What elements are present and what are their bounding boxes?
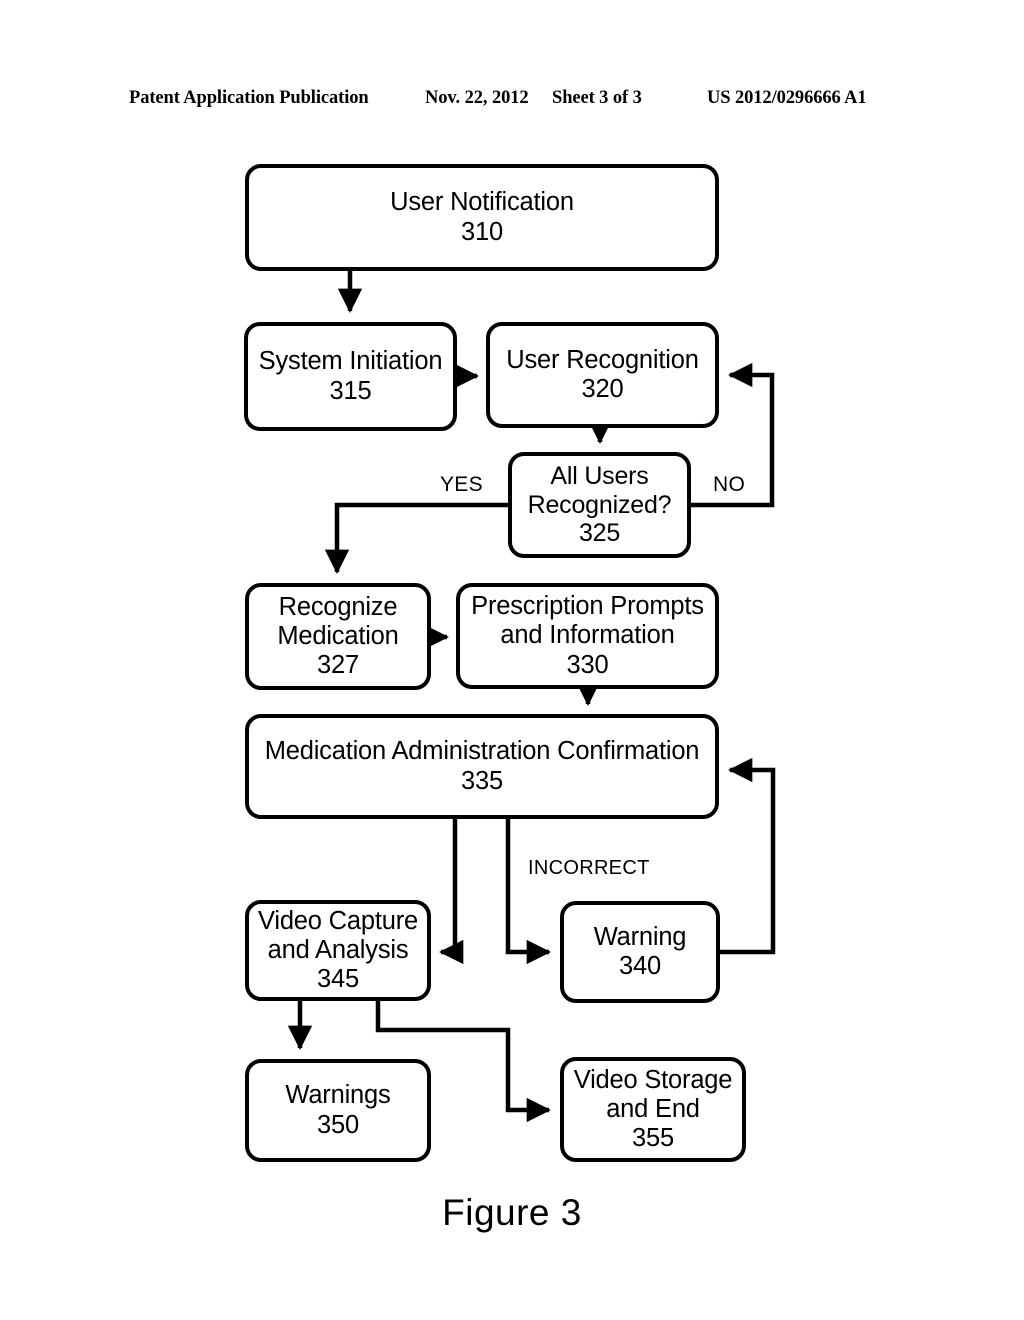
flow-node-number: 345 xyxy=(317,965,359,994)
flow-node-label: User Notification xyxy=(390,188,574,217)
edge-label-no: NO xyxy=(713,473,746,496)
flow-node-number: 330 xyxy=(566,650,609,679)
flow-node-user-notification[interactable]: User Notification 310 xyxy=(245,164,719,271)
flowchart-figure: User Notification 310 System Initiation … xyxy=(0,0,1024,1320)
edge-335-to-340 xyxy=(505,819,551,965)
flow-node-label: Video Capture and Analysis xyxy=(258,906,418,964)
edge-label-yes: YES xyxy=(440,473,483,496)
flow-node-number: 350 xyxy=(317,1110,359,1139)
flow-node-number: 355 xyxy=(632,1124,674,1153)
flow-node-all-users-recognized-decision[interactable]: All Users Recognized? 325 xyxy=(508,452,691,558)
flow-node-label: Prescription Prompts and Information xyxy=(471,592,704,650)
edge-340-to-335 xyxy=(720,757,776,955)
flow-node-number: 310 xyxy=(461,217,503,246)
flow-node-label: Recognize Medication xyxy=(277,592,399,650)
flow-node-recognize-medication[interactable]: Recognize Medication 327 xyxy=(245,583,431,690)
flow-node-warning[interactable]: Warning 340 xyxy=(560,901,720,1003)
flow-node-label: Video Storage and End xyxy=(573,1065,733,1123)
flow-node-medication-administration-confirmation[interactable]: Medication Administration Confirmation 3… xyxy=(245,714,719,819)
flow-node-prescription-prompts[interactable]: Prescription Prompts and Information 330 xyxy=(456,583,719,689)
flow-node-label: Medication Administration Confirmation xyxy=(264,737,700,766)
flow-node-number: 320 xyxy=(581,375,624,403)
flow-node-label: User Recognition xyxy=(506,345,699,374)
flow-node-label: Warnings xyxy=(285,1081,391,1110)
flow-node-number: 315 xyxy=(329,376,372,405)
flow-node-number: 335 xyxy=(461,766,503,795)
flow-node-video-storage-and-end[interactable]: Video Storage and End 355 xyxy=(560,1057,746,1162)
flow-node-label: Warning xyxy=(593,922,687,951)
flow-node-number: 325 xyxy=(578,519,621,548)
flow-node-video-capture-and-analysis[interactable]: Video Capture and Analysis 345 xyxy=(245,900,431,1001)
edge-325-yes-to-327 xyxy=(324,502,508,574)
flow-node-number: 340 xyxy=(619,952,661,980)
flow-node-user-recognition[interactable]: User Recognition 320 xyxy=(486,322,719,428)
flow-node-system-initiation[interactable]: System Initiation 315 xyxy=(244,322,457,431)
flow-node-number: 327 xyxy=(317,651,359,680)
flow-node-warnings[interactable]: Warnings 350 xyxy=(245,1059,431,1162)
edge-label-incorrect: INCORRECT xyxy=(528,857,650,879)
flow-node-label: System Initiation xyxy=(258,347,443,376)
figure-caption: Figure 3 xyxy=(442,1192,582,1233)
flow-node-label: All Users Recognized? xyxy=(527,461,672,519)
edge-335-to-345 xyxy=(439,819,464,965)
